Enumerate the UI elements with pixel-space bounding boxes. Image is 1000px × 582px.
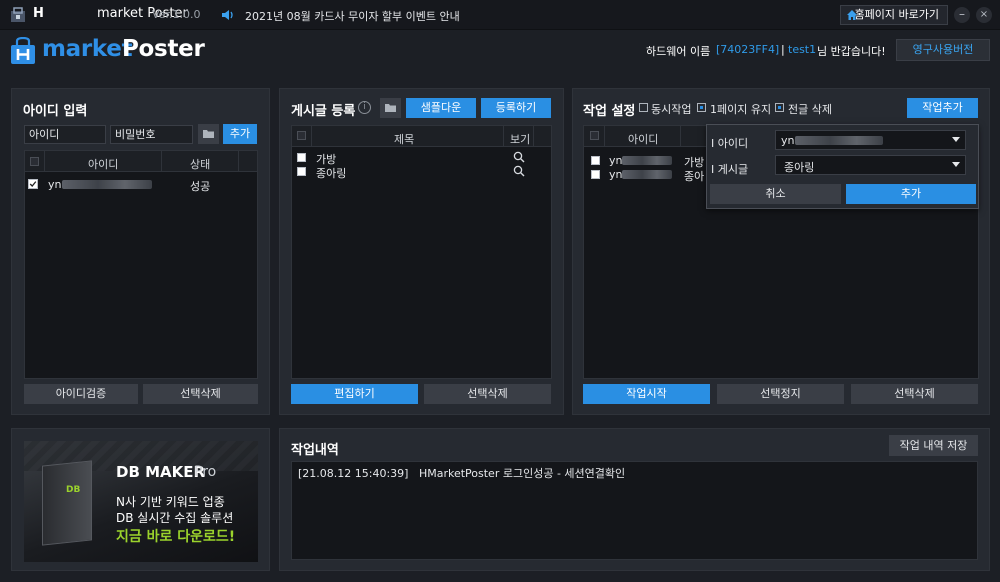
caret-down-icon: [952, 137, 960, 142]
folder-icon: [203, 130, 214, 138]
id-select-all-checkbox[interactable]: [30, 157, 39, 166]
id-table-header: [25, 151, 257, 172]
id-verify-button[interactable]: 아이디검증: [24, 384, 138, 404]
register-button[interactable]: 등록하기: [481, 98, 551, 118]
simultaneous-label: 동시작업: [651, 103, 692, 116]
start-task-button[interactable]: 작업시작: [583, 384, 710, 404]
id-add-button[interactable]: 추가: [223, 124, 257, 144]
speaker-icon: [222, 10, 233, 20]
task-row-checkbox[interactable]: [591, 170, 600, 179]
banner-line1: N사 기반 키워드 업종: [116, 495, 225, 509]
banner-line2: DB 실시간 수집 솔루션: [116, 511, 234, 525]
popup-post-value: 종아링: [784, 161, 815, 174]
view-col-header: 보기: [510, 133, 531, 146]
search-icon[interactable]: [513, 165, 525, 177]
task-panel-title: 작업 설정: [583, 104, 636, 119]
box-label: DB: [66, 485, 81, 495]
id-input[interactable]: 아이디: [24, 125, 106, 144]
popup-id-value: yn: [781, 134, 795, 147]
permanent-version-button[interactable]: 영구사용버전: [896, 39, 990, 61]
task-row-checkbox[interactable]: [591, 156, 600, 165]
logo-market: market: [42, 36, 133, 62]
popup-id-label: I 아이디: [711, 137, 749, 150]
task-id-col-header: 아이디: [628, 133, 659, 146]
simultaneous-checkbox[interactable]: [639, 103, 648, 112]
delete-prev-label: 전글 삭제: [788, 103, 832, 116]
popup-post-label: I 게시글: [711, 163, 749, 176]
post-panel-title: 게시글 등록: [291, 104, 356, 119]
task-row-id: yn: [609, 168, 623, 181]
keep-page-label: 1페이지 유지: [710, 103, 772, 116]
delete-prev-checkbox[interactable]: [775, 103, 784, 112]
id-row-id: yn: [48, 178, 62, 191]
user-id: test1: [788, 43, 817, 56]
title-col-header: 제목: [394, 133, 415, 146]
add-task-button[interactable]: 작업추가: [907, 98, 978, 118]
id-delete-button[interactable]: 선택삭제: [143, 384, 258, 404]
check-icon: [29, 181, 37, 187]
folder-icon: [385, 104, 396, 112]
task-row-id-blurred: [622, 156, 672, 165]
id-panel-title: 아이디 입력: [23, 104, 88, 119]
banner-cta: 지금 바로 다운로드!: [116, 529, 236, 545]
task-row-id-blurred: [622, 170, 672, 179]
sample-download-button[interactable]: 샘플다운: [406, 98, 476, 118]
task-delete-button[interactable]: 선택삭제: [851, 384, 978, 404]
log-entry: [21.08.12 15:40:39] HMarketPoster 로그인성공 …: [298, 467, 626, 480]
home-icon: [847, 10, 857, 20]
password-input[interactable]: 비밀번호: [110, 125, 193, 144]
task-select-all-checkbox[interactable]: [590, 131, 599, 140]
post-delete-button[interactable]: 선택삭제: [424, 384, 551, 404]
caret-down-icon: [952, 162, 960, 167]
post-row-title: 종아링: [316, 167, 347, 180]
keep-page-checkbox[interactable]: [697, 103, 706, 112]
product-box: [42, 460, 92, 546]
search-icon[interactable]: [513, 151, 525, 163]
app-icon: [11, 7, 25, 22]
version-label: Ver.1.0.0: [152, 8, 201, 21]
task-row-post: 종아: [684, 170, 705, 183]
hardware-name-label: 하드웨어 이름: [646, 45, 711, 58]
status-col-header: 상태: [190, 158, 211, 171]
minimize-button[interactable]: –: [954, 7, 970, 23]
id-row-checkbox[interactable]: [28, 179, 38, 189]
popup-cancel-button[interactable]: 취소: [710, 184, 841, 204]
header-separator: |: [781, 43, 785, 56]
edit-button[interactable]: 편집하기: [291, 384, 418, 404]
popup-id-blurred: [795, 136, 883, 145]
popup-add-button[interactable]: 추가: [846, 184, 976, 204]
post-row-checkbox[interactable]: [297, 167, 306, 176]
app-title-bold: H: [33, 6, 44, 21]
greeting: 님 반갑습니다!: [817, 45, 886, 58]
notice-link[interactable]: 2021년 08월 카드사 무이자 할부 이벤트 안내: [245, 8, 460, 24]
hardware-id: [74023FF4]: [716, 43, 780, 56]
banner-title-pro: Pro: [194, 464, 217, 480]
logo-poster: Poster: [122, 36, 205, 62]
id-row-status: 성공: [190, 180, 211, 193]
id-col-header: 아이디: [88, 158, 119, 171]
post-file-button[interactable]: [380, 98, 401, 118]
id-file-button[interactable]: [198, 124, 219, 144]
info-icon[interactable]: i: [358, 101, 371, 114]
save-log-button[interactable]: 작업 내역 저장: [889, 435, 978, 456]
task-row-id: yn: [609, 154, 623, 167]
id-row-blurred: [62, 180, 152, 189]
post-select-all-checkbox[interactable]: [297, 131, 306, 140]
banner-title: DB MAKER: [116, 463, 206, 481]
stop-task-button[interactable]: 선택정지: [717, 384, 844, 404]
logo-icon: [11, 37, 35, 64]
close-button[interactable]: ×: [976, 7, 992, 23]
post-row-checkbox[interactable]: [297, 153, 306, 162]
log-panel-title: 작업내역: [291, 443, 339, 458]
